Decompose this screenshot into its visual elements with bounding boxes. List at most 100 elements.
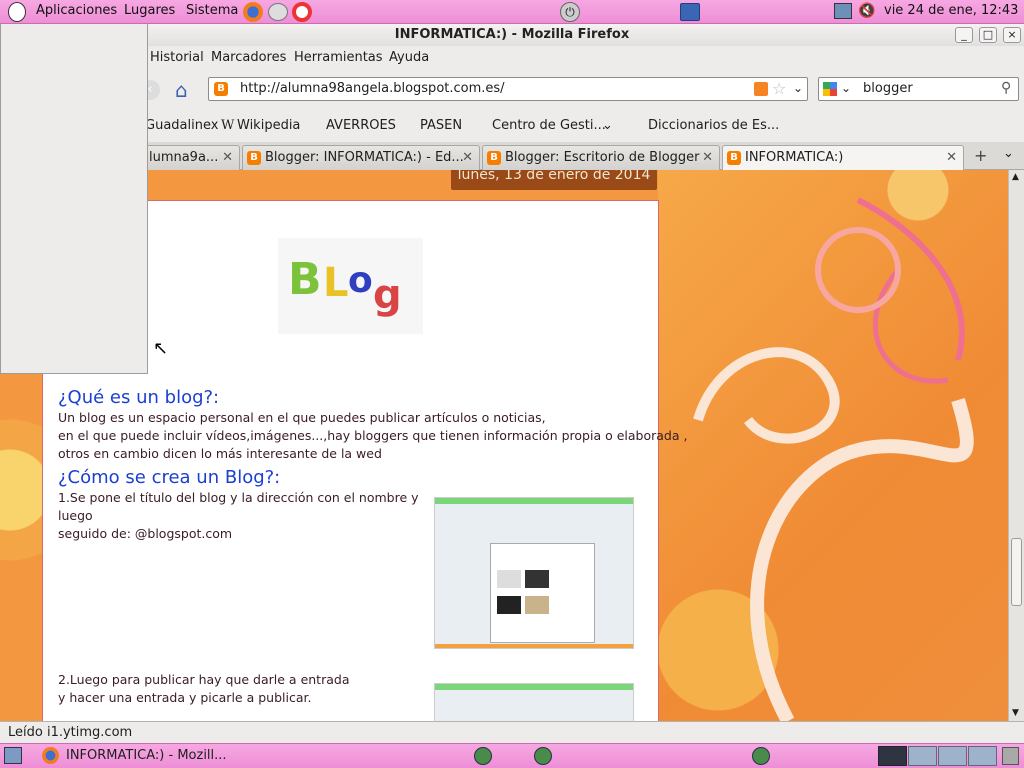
search-input[interactable]: blogger: [863, 81, 913, 96]
tab-label: INFORMATICA:): [745, 150, 844, 165]
mouse-cursor-icon: ↖: [153, 338, 169, 359]
overlay-panel: [0, 24, 148, 374]
chevron-down-icon[interactable]: ⌄: [793, 81, 803, 95]
scroll-down-icon[interactable]: ▼: [1012, 708, 1019, 718]
blogger-favicon-icon: B: [487, 151, 501, 165]
bookmark-wikipedia[interactable]: Wikipedia: [237, 118, 300, 133]
top-panel: Aplicaciones Lugares Sistema ⏻ 🔇 vie 24 …: [0, 0, 1024, 24]
close-tab-icon[interactable]: ✕: [222, 146, 233, 170]
menu-bookmarks[interactable]: Marcadores: [211, 50, 286, 65]
blog-logo-image: B L o g: [278, 238, 423, 334]
close-tab-icon[interactable]: ✕: [462, 146, 473, 170]
step-line: luego: [58, 508, 93, 523]
window-titlebar: INFORMATICA:) - Mozilla Firefox: [0, 24, 1024, 46]
bookmarks-toolbar: Guadalinex W Wikipedia AVERROES PASEN Ce…: [0, 112, 1024, 244]
thumb-bar: [435, 644, 633, 648]
globe-icon[interactable]: [534, 747, 552, 765]
search-icon[interactable]: ⚲: [1001, 80, 1011, 96]
thumb-template: [497, 596, 521, 614]
tab-label: Blogger: Escritorio de Blogger: [505, 150, 700, 165]
heading-how-to-create: ¿Cómo se crea un Blog?:: [58, 467, 281, 488]
url-bar[interactable]: B http://alumna98angela.blogspot.com.es/…: [208, 77, 808, 101]
logo-letter-l: L: [323, 260, 349, 306]
menu-tools[interactable]: Herramientas: [294, 50, 383, 65]
bookmark-averroes[interactable]: AVERROES: [326, 118, 396, 133]
volume-muted-icon[interactable]: 🔇: [858, 3, 875, 19]
wikipedia-icon: W: [221, 118, 235, 133]
blogger-favicon-icon: B: [727, 151, 741, 165]
thumb-bar: [435, 684, 633, 690]
logo-letter-o: o: [348, 260, 373, 301]
system-menu[interactable]: Sistema: [186, 3, 238, 18]
globe-icon[interactable]: [474, 747, 492, 765]
menu-help[interactable]: Ayuda: [389, 50, 429, 65]
gnome-foot-icon[interactable]: [8, 2, 26, 22]
window-title: INFORMATICA:) - Mozilla Firefox: [394, 27, 630, 42]
bottom-panel: INFORMATICA:) - Mozill...: [0, 743, 1024, 768]
firefox-icon: [42, 747, 59, 764]
close-window-button[interactable]: ×: [1003, 27, 1021, 43]
tab-blogger-edit[interactable]: B Blogger: INFORMATICA:) - Ed... ✕: [242, 145, 480, 170]
workspace-3[interactable]: [938, 746, 967, 766]
mail-launcher-icon[interactable]: [268, 3, 288, 21]
workspace-4[interactable]: [968, 746, 997, 766]
bookmark-centro-gestion[interactable]: Centro de Gesti...: [492, 118, 606, 133]
new-tab-icon[interactable]: +: [974, 146, 987, 165]
blogger-favicon-icon: B: [214, 82, 228, 96]
paragraph-line: en el que puede incluir vídeos,imágenes.…: [58, 428, 688, 443]
blogger-favicon-icon: B: [247, 151, 261, 165]
rss-feed-icon[interactable]: [754, 82, 768, 96]
chevron-down-icon[interactable]: ⌄: [602, 118, 613, 133]
post-date: lunes, 13 de enero de 2014: [451, 170, 657, 190]
logo-letter-g: g: [373, 272, 402, 318]
step-line: 1.Se pone el título del blog y la direcc…: [58, 490, 419, 505]
close-tab-icon[interactable]: ✕: [702, 146, 713, 170]
engine-dropdown-icon[interactable]: ⌄: [841, 81, 851, 95]
tab-list-icon[interactable]: ⌄: [1003, 146, 1014, 161]
taskbar-window-button[interactable]: INFORMATICA:) - Mozill...: [36, 745, 436, 767]
trash-icon[interactable]: [1002, 747, 1019, 765]
show-desktop-icon[interactable]: [4, 747, 22, 764]
bookmark-diccionarios[interactable]: Diccionarios de Es...: [648, 118, 779, 133]
bookmark-star-icon[interactable]: ☆: [772, 79, 786, 98]
tab-informatica[interactable]: B INFORMATICA:) ✕: [722, 145, 964, 171]
logo-letter-b: B: [288, 254, 322, 305]
paragraph-line: Un blog es un espacio personal en el que…: [58, 410, 546, 425]
clock[interactable]: vie 24 de ene, 12:43: [884, 3, 1018, 18]
google-engine-icon[interactable]: [823, 82, 837, 96]
globe-icon[interactable]: [752, 747, 770, 765]
scroll-up-icon[interactable]: ▲: [1012, 172, 1019, 182]
tab-label: alumna9a...: [141, 150, 219, 165]
screenshot-thumbnail[interactable]: [434, 683, 634, 721]
workspace-icon[interactable]: [680, 3, 700, 21]
workspace-1[interactable]: [878, 746, 907, 766]
status-bar: Leído i1.ytimg.com: [0, 721, 1024, 743]
step-line: seguido de: @blogspot.com: [58, 526, 233, 541]
thumb-template: [525, 570, 549, 588]
bookmark-guadalinex[interactable]: Guadalinex: [145, 118, 218, 133]
minimize-button[interactable]: _: [955, 27, 973, 43]
menu-history[interactable]: Historial: [150, 50, 204, 65]
bookmark-pasen[interactable]: PASEN: [420, 118, 462, 133]
firefox-launcher-icon[interactable]: [243, 2, 263, 22]
tab-blogger-dashboard[interactable]: B Blogger: Escritorio de Blogger ✕: [482, 145, 720, 170]
help-launcher-icon[interactable]: [292, 2, 312, 22]
taskbar-window-label: INFORMATICA:) - Mozill...: [66, 748, 227, 763]
home-icon[interactable]: ⌂: [175, 78, 188, 102]
scroll-thumb[interactable]: [1011, 538, 1022, 606]
screenshot-thumbnail[interactable]: [434, 497, 634, 649]
url-input[interactable]: http://alumna98angela.blogspot.com.es/: [240, 81, 505, 96]
step-line: 2.Luego para publicar hay que darle a en…: [58, 672, 350, 687]
vertical-scrollbar[interactable]: ▲ ▼: [1008, 170, 1024, 721]
close-tab-icon[interactable]: ✕: [946, 146, 957, 170]
applications-menu[interactable]: Aplicaciones: [36, 3, 117, 18]
status-text: Leído i1.ytimg.com: [8, 725, 133, 740]
shutdown-icon[interactable]: ⏻: [560, 2, 580, 22]
search-bar[interactable]: ⌄ blogger ⚲: [818, 77, 1019, 101]
swirl-decoration: [693, 197, 974, 721]
maximize-button[interactable]: □: [979, 27, 997, 43]
paragraph-line: otros en cambio dicen lo más interesante…: [58, 446, 382, 461]
network-icon[interactable]: [834, 3, 852, 19]
workspace-2[interactable]: [908, 746, 937, 766]
places-menu[interactable]: Lugares: [124, 3, 175, 18]
